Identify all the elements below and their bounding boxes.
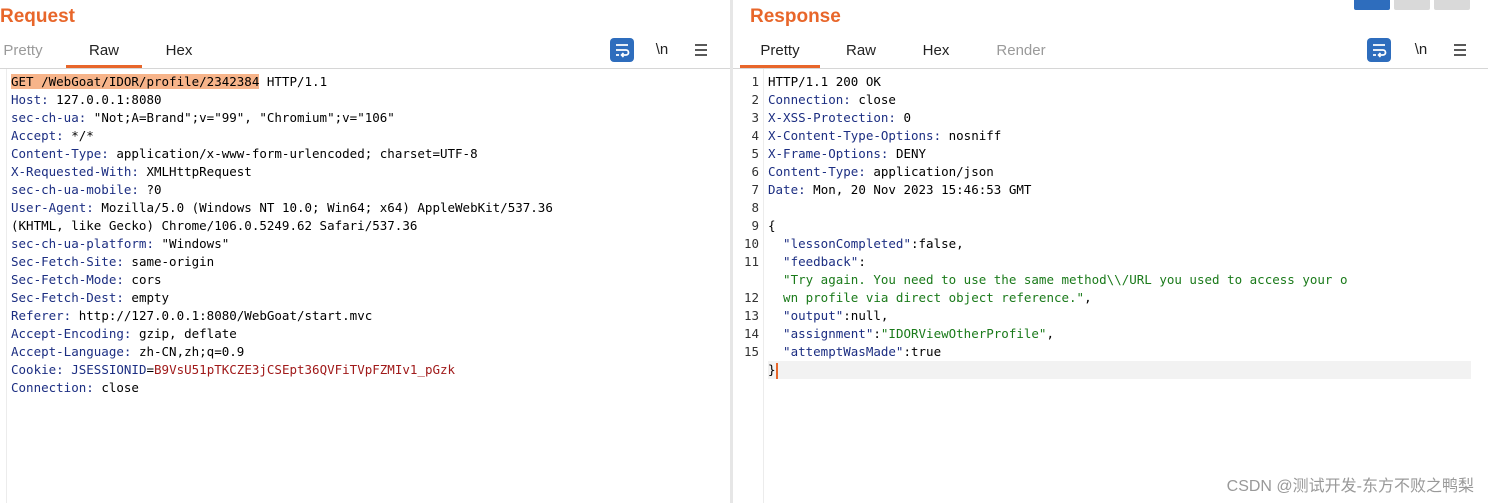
request-editor[interactable]: GET /WebGoat/IDOR/profile/2342384 HTTP/1…	[11, 73, 553, 397]
json-close-brace: }	[768, 361, 1471, 379]
header-line-x-requested-with: X-Requested-With: XMLHttpRequest	[11, 164, 252, 179]
json-attemptWasMade: "attemptWasMade":true	[768, 344, 942, 359]
tab-response-raw[interactable]: Raw	[838, 36, 884, 68]
json-feedback-value-1: "Try again. You need to use the same met…	[768, 272, 1348, 287]
json-assignment: "assignment":"IDORViewOtherProfile",	[768, 326, 1054, 341]
resp-header-connection: Connection: close	[768, 92, 896, 107]
request-panel: Request Pretty Raw Hex \n GET /WebGoat/I…	[0, 0, 730, 503]
header-line-sec-ch-ua-mobile: sec-ch-ua-mobile: ?0	[11, 182, 162, 197]
tab-request-pretty[interactable]: Pretty	[0, 36, 46, 68]
watermark: CSDN @测试开发-东方不败之鸭梨	[1226, 478, 1474, 495]
gutter-border	[763, 69, 764, 503]
header-line-sec-fetch-site: Sec-Fetch-Site: same-origin	[11, 254, 215, 269]
header-line-sec-fetch-mode: Sec-Fetch-Mode: cors	[11, 272, 162, 287]
header-line-user-agent-cont: (KHTML, like Gecko) Chrome/106.0.5249.62…	[11, 218, 418, 233]
header-line-sec-ch-ua-platform: sec-ch-ua-platform: "Windows"	[11, 236, 230, 251]
resp-header-x-xss-protection: X-XSS-Protection: 0	[768, 110, 911, 125]
response-editor[interactable]: HTTP/1.1 200 OK Connection: close X-XSS-…	[768, 73, 1471, 379]
request-menu-button[interactable]	[690, 38, 712, 62]
header-line-cookie: Cookie: JSESSIONID=B9VsU51pTKCZE3jCSEpt3…	[11, 362, 456, 377]
word-wrap-icon	[616, 44, 630, 58]
request-word-wrap-button[interactable]	[610, 38, 634, 62]
line-number-gutter: 1 2 3 4 5 6 7 8 9 10 11 12 13 14 15	[743, 74, 759, 359]
response-word-wrap-button[interactable]	[1367, 38, 1391, 62]
resp-header-content-type: Content-Type: application/json	[768, 164, 994, 179]
header-line-referer: Referer: http://127.0.0.1:8080/WebGoat/s…	[11, 308, 373, 323]
header-line-sec-fetch-dest: Sec-Fetch-Dest: empty	[11, 290, 170, 305]
request-tabs: Pretty Raw Hex	[0, 36, 300, 68]
resp-header-x-content-type-options: X-Content-Type-Options: nosniff	[768, 128, 1002, 143]
header-line-user-agent: User-Agent: Mozilla/5.0 (Windows NT 10.0…	[11, 200, 553, 215]
json-feedback-value-2: wn profile via direct object reference."…	[768, 290, 1092, 305]
resp-header-x-frame-options: X-Frame-Options: DENY	[768, 146, 927, 161]
json-open-brace: {	[768, 218, 776, 233]
resp-header-date: Date: Mon, 20 Nov 2023 15:46:53 GMT	[768, 182, 1032, 197]
word-wrap-icon	[1373, 44, 1387, 58]
request-show-newlines-button[interactable]: \n	[650, 38, 674, 62]
response-title: Response	[750, 6, 841, 27]
request-title: Request	[0, 6, 75, 27]
tab-response-hex[interactable]: Hex	[914, 36, 958, 68]
response-panel: Response Pretty Raw Hex Render \n 1 2 3 …	[733, 0, 1488, 503]
request-line-highlighted: GET /WebGoat/IDOR/profile/2342384	[11, 74, 260, 89]
tab-response-render[interactable]: Render	[988, 36, 1054, 68]
request-tabs-divider	[0, 68, 730, 69]
header-line-connection: Connection: close	[11, 380, 139, 395]
status-line: HTTP/1.1 200 OK	[768, 74, 881, 89]
tab-request-hex[interactable]: Hex	[150, 36, 208, 68]
header-line-sec-ch-ua: sec-ch-ua: "Not;A=Brand";v="99", "Chromi…	[11, 110, 395, 125]
header-line-host: Host: 127.0.0.1:8080	[11, 92, 162, 107]
hamburger-menu-icon	[1454, 44, 1466, 56]
response-show-newlines-button[interactable]: \n	[1409, 38, 1433, 62]
header-line-accept-encoding: Accept-Encoding: gzip, deflate	[11, 326, 237, 341]
tab-request-raw[interactable]: Raw	[66, 36, 142, 68]
header-line-accept-language: Accept-Language: zh-CN,zh;q=0.9	[11, 344, 245, 359]
header-line-accept: Accept: */*	[11, 128, 94, 143]
json-output: "output":null,	[768, 308, 889, 323]
hamburger-menu-icon	[695, 44, 707, 56]
json-feedback-key: "feedback":	[768, 254, 866, 269]
json-lessonCompleted: "lessonCompleted":false,	[768, 236, 964, 251]
cookie-value: B9VsU51pTKCZE3jCSEpt36QVFiTVpFZMIv1_pGzk	[154, 362, 456, 377]
split-horizontal-icon[interactable]	[1354, 0, 1390, 10]
single-pane-icon[interactable]	[1434, 0, 1470, 10]
response-menu-button[interactable]	[1449, 38, 1471, 62]
header-line-content-type: Content-Type: application/x-www-form-url…	[11, 146, 478, 161]
request-line: GET /WebGoat/IDOR/profile/2342384 HTTP/1…	[11, 74, 328, 89]
split-vertical-icon[interactable]	[1394, 0, 1430, 10]
response-tabs-divider	[733, 68, 1488, 69]
tab-response-pretty[interactable]: Pretty	[740, 36, 820, 68]
response-tabs: Pretty Raw Hex Render	[740, 36, 1140, 68]
request-gutter	[6, 69, 7, 503]
text-cursor	[775, 362, 778, 379]
